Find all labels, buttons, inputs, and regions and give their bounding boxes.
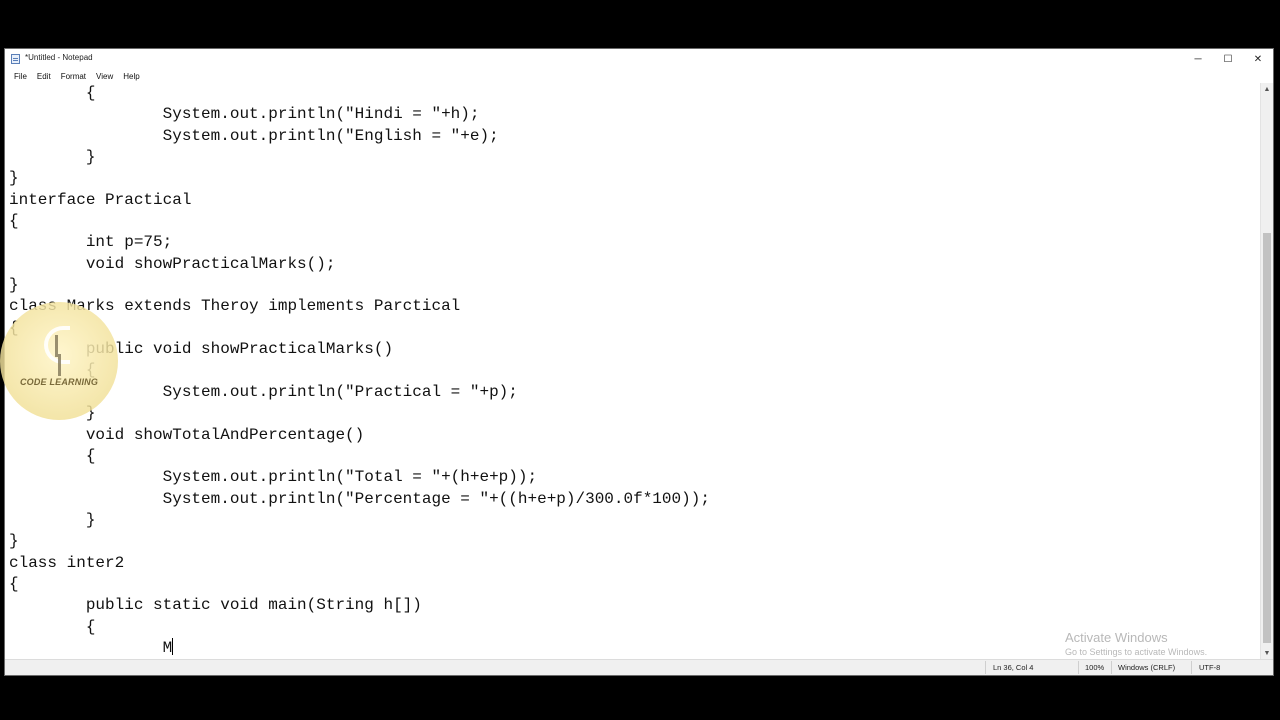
- scroll-up-arrow-icon[interactable]: ▲: [1261, 83, 1273, 95]
- zoom-level: 100%: [1085, 663, 1105, 672]
- menu-bar: File Edit Format View Help: [5, 69, 1273, 83]
- menu-view[interactable]: View: [91, 72, 118, 81]
- code-text[interactable]: { System.out.println("Hindi = "+h); Syst…: [5, 83, 1262, 659]
- status-divider: [1078, 661, 1079, 674]
- text-caret: [172, 637, 174, 655]
- logo-text: CODE LEARNING: [19, 377, 99, 387]
- code-learning-logo: CODE LEARNING: [0, 302, 118, 420]
- menu-edit[interactable]: Edit: [32, 72, 56, 81]
- window-title: *Untitled - Notepad: [25, 53, 93, 62]
- menu-format[interactable]: Format: [56, 72, 91, 81]
- watermark-subtitle: Go to Settings to activate Windows.: [1065, 647, 1208, 657]
- text-editor[interactable]: { System.out.println("Hindi = "+h); Syst…: [5, 83, 1262, 659]
- cursor-position: Ln 36, Col 4: [993, 663, 1034, 672]
- status-bar: Ln 36, Col 4 100% Windows (CRLF) UTF-8: [5, 659, 1273, 675]
- scroll-down-arrow-icon[interactable]: ▼: [1261, 647, 1273, 659]
- scroll-thumb[interactable]: [1263, 233, 1271, 643]
- maximize-button[interactable]: ☐: [1213, 49, 1243, 69]
- menu-file[interactable]: File: [9, 72, 32, 81]
- notepad-window: *Untitled - Notepad ─ ☐ ✕ File Edit Form…: [4, 48, 1274, 676]
- activation-watermark: Activate Windows Go to Settings to activ…: [1065, 630, 1207, 657]
- vertical-scrollbar[interactable]: ▲ ▼: [1260, 83, 1273, 659]
- menu-help[interactable]: Help: [118, 72, 144, 81]
- status-divider: [1191, 661, 1192, 674]
- watermark-title: Activate Windows: [1065, 630, 1168, 645]
- logo-cl-icon: [44, 326, 70, 364]
- notepad-icon: [11, 54, 20, 64]
- status-divider: [985, 661, 986, 674]
- line-ending: Windows (CRLF): [1118, 663, 1176, 672]
- title-bar[interactable]: *Untitled - Notepad ─ ☐ ✕: [5, 49, 1273, 69]
- status-divider: [1111, 661, 1112, 674]
- minimize-button[interactable]: ─: [1183, 49, 1213, 69]
- window-controls: ─ ☐ ✕: [1183, 49, 1273, 69]
- encoding: UTF-8: [1199, 663, 1221, 672]
- close-button[interactable]: ✕: [1243, 49, 1273, 69]
